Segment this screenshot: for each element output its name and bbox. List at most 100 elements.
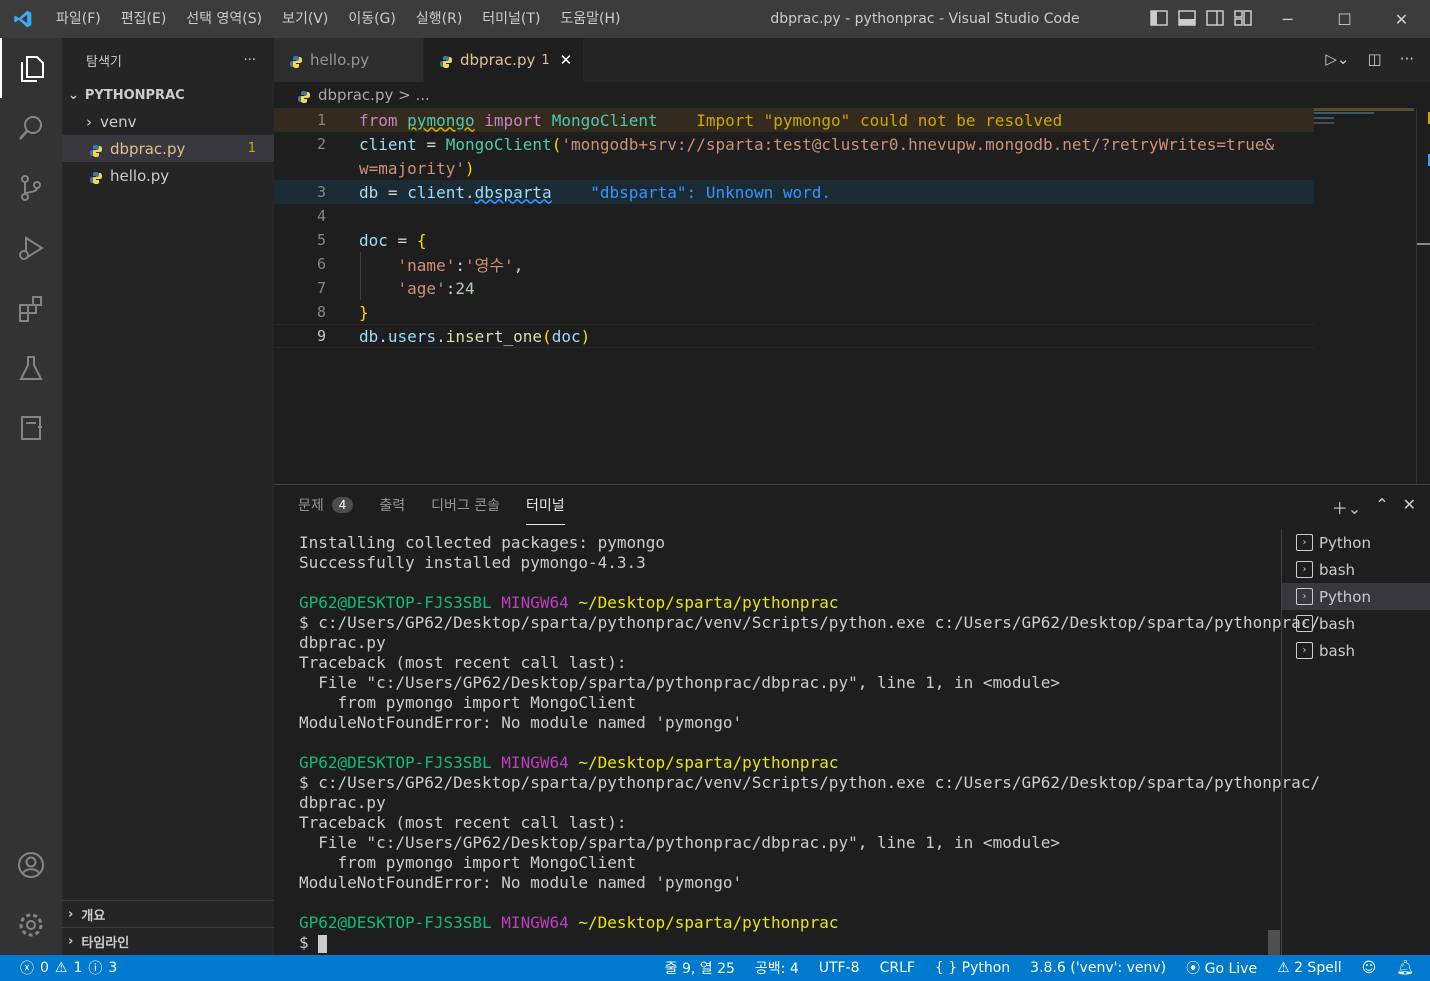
- tab-terminal[interactable]: 터미널: [526, 485, 565, 525]
- tab-problem-badge: 1: [541, 52, 550, 68]
- explorer-sidebar: 탐색기 ··· ⌄ PYTHONPRAC › venv dbprac.py 1 …: [62, 38, 274, 955]
- tab-debug-console[interactable]: 디버그 콘솔: [431, 485, 500, 525]
- breadcrumb: dbprac.py > ...: [274, 82, 1414, 108]
- line-number: 9: [316, 327, 326, 345]
- editor-tabs: hello.py dbprac.py 1 ✕ ▷⌄ ◫ ···: [274, 38, 1430, 82]
- go-live-button[interactable]: ⦿ Go Live: [1186, 958, 1257, 978]
- feedback-icon[interactable]: ☺: [1362, 960, 1377, 976]
- notifications-bell-icon[interactable]: 🔔︎: [1396, 960, 1414, 976]
- connection-string-continued: w=majority': [359, 158, 465, 178]
- terminal-item-python[interactable]: › Python: [1282, 529, 1430, 556]
- error-icon: ⓧ: [20, 961, 34, 977]
- spell-check-status[interactable]: ⚠ 2 Spell: [1277, 960, 1342, 976]
- warning-count: 1: [73, 960, 83, 976]
- terminal-scrollbar[interactable]: [1268, 930, 1280, 956]
- timeline-section[interactable]: › 타임라인: [62, 927, 274, 954]
- terminal-output[interactable]: Installing collected packages: pymongo S…: [299, 533, 1321, 953]
- customize-layout-icon[interactable]: [1234, 9, 1252, 27]
- menu-selection[interactable]: 선택 영역(S): [176, 0, 272, 38]
- testing-flask-icon[interactable]: [0, 338, 62, 398]
- explorer-icon[interactable]: [0, 38, 62, 98]
- terminal-item-bash[interactable]: › bash: [1282, 610, 1430, 637]
- language-mode[interactable]: { } Python: [935, 960, 1010, 976]
- line-number: 5: [316, 231, 326, 249]
- menu-run[interactable]: 실행(R): [406, 0, 472, 38]
- split-editor-icon[interactable]: ◫: [1368, 50, 1382, 68]
- outline-section[interactable]: › 개요: [62, 900, 274, 927]
- breadcrumb-file[interactable]: dbprac.py: [318, 86, 393, 104]
- terminal-line: from pymongo import MongoClient: [299, 853, 637, 872]
- menu-file[interactable]: 파일(F): [46, 0, 111, 38]
- breadcrumb-symbols[interactable]: ...: [415, 86, 429, 104]
- terminal-input-line[interactable]: $: [299, 933, 1279, 953]
- menu-bar: 파일(F) 편집(E) 선택 영역(S) 보기(V) 이동(G) 실행(R) 터…: [46, 0, 631, 38]
- folder-section[interactable]: ⌄ PYTHONPRAC: [62, 82, 274, 108]
- terminal-item-bash[interactable]: › bash: [1282, 637, 1430, 664]
- close-tab-icon[interactable]: ✕: [560, 51, 573, 69]
- close-panel-icon[interactable]: ✕: [1403, 495, 1416, 519]
- cursor-position[interactable]: 줄 9, 열 25: [665, 958, 735, 978]
- toggle-sidebar-icon[interactable]: [1150, 9, 1168, 27]
- notebook-icon[interactable]: [0, 398, 62, 458]
- maximize-icon[interactable]: ☐: [1316, 0, 1373, 38]
- minimize-icon[interactable]: ─: [1259, 0, 1316, 38]
- outline-label: 개요: [81, 908, 106, 924]
- menu-view[interactable]: 보기(V): [272, 0, 338, 38]
- settings-gear-icon[interactable]: [0, 895, 62, 955]
- terminal-line: Installing collected packages: pymongo: [299, 533, 666, 552]
- line-number: 7: [316, 279, 326, 297]
- line-number: 8: [316, 303, 326, 321]
- more-actions-icon[interactable]: ···: [244, 53, 256, 68]
- encoding[interactable]: UTF-8: [819, 960, 860, 976]
- menu-help[interactable]: 도움말(H): [550, 0, 630, 38]
- spell-info: "dbsparta": Unknown word.: [590, 182, 832, 202]
- tab-output[interactable]: 출력: [379, 485, 405, 525]
- info-count: 3: [108, 960, 118, 976]
- terminal-line: ModuleNotFoundError: No module named 'py…: [299, 713, 743, 732]
- toggle-secondary-sidebar-icon[interactable]: [1206, 9, 1224, 27]
- editor-scrollbar[interactable]: [1416, 108, 1430, 484]
- source-control-icon[interactable]: [0, 158, 62, 218]
- new-terminal-icon[interactable]: ＋⌄: [1332, 495, 1361, 519]
- terminal-icon: ›: [1296, 588, 1313, 605]
- accounts-icon[interactable]: [0, 835, 62, 895]
- toggle-panel-icon[interactable]: [1178, 9, 1196, 27]
- more-editor-actions-icon[interactable]: ···: [1400, 50, 1414, 68]
- minimap[interactable]: [1314, 108, 1414, 484]
- window-title: dbprac.py - pythonprac - Visual Studio C…: [770, 11, 1080, 27]
- tab-hello[interactable]: hello.py: [274, 38, 424, 82]
- terminal-icon: ›: [1296, 534, 1313, 551]
- run-debug-icon[interactable]: [0, 218, 62, 278]
- search-icon[interactable]: [0, 98, 62, 158]
- tab-label: 문제: [298, 498, 324, 514]
- tab-label: hello.py: [310, 51, 370, 69]
- chevron-right-icon: ›: [86, 112, 92, 131]
- menu-edit[interactable]: 편집(E): [111, 0, 177, 38]
- maximize-panel-icon[interactable]: ⌃: [1375, 495, 1388, 519]
- terminal-line: File "c:/Users/GP62/Desktop/sparta/pytho…: [299, 833, 1060, 852]
- terminal-line: $ c:/Users/GP62/Desktop/sparta/pythonpra…: [299, 773, 1321, 792]
- tab-problems[interactable]: 문제 4: [298, 485, 354, 525]
- tab-label: 터미널: [526, 497, 565, 514]
- end-of-line[interactable]: CRLF: [880, 960, 915, 976]
- tree-item-venv[interactable]: › venv: [62, 108, 274, 135]
- python-interpreter[interactable]: 3.8.6 ('venv': venv): [1030, 960, 1166, 976]
- menu-terminal[interactable]: 터미널(T): [472, 0, 550, 38]
- close-window-icon[interactable]: ✕: [1373, 0, 1430, 38]
- code-line-1: 1 from pymongo import MongoClient Import…: [274, 108, 1314, 132]
- tree-item-dbprac[interactable]: dbprac.py 1: [62, 135, 274, 162]
- run-python-icon[interactable]: ▷⌄: [1325, 50, 1349, 68]
- tab-dbprac[interactable]: dbprac.py 1 ✕: [424, 38, 584, 82]
- chevron-right-icon: ›: [68, 933, 74, 949]
- menu-go[interactable]: 이동(G): [338, 0, 406, 38]
- terminal-item-python-active[interactable]: › Python: [1282, 583, 1430, 610]
- tree-item-hello[interactable]: hello.py: [62, 162, 274, 189]
- problems-status[interactable]: ⓧ 0 ⚠ 1 ⓘ 3: [20, 958, 117, 978]
- terminal-item-bash[interactable]: › bash: [1282, 556, 1430, 583]
- line-number: 3: [316, 183, 326, 201]
- indentation[interactable]: 공백: 4: [755, 958, 799, 978]
- terminal-cursor: [318, 934, 328, 953]
- extensions-icon[interactable]: [0, 278, 62, 338]
- terminal-line: Traceback (most recent call last):: [299, 653, 627, 672]
- code-editor[interactable]: 1 from pymongo import MongoClient Import…: [274, 108, 1430, 484]
